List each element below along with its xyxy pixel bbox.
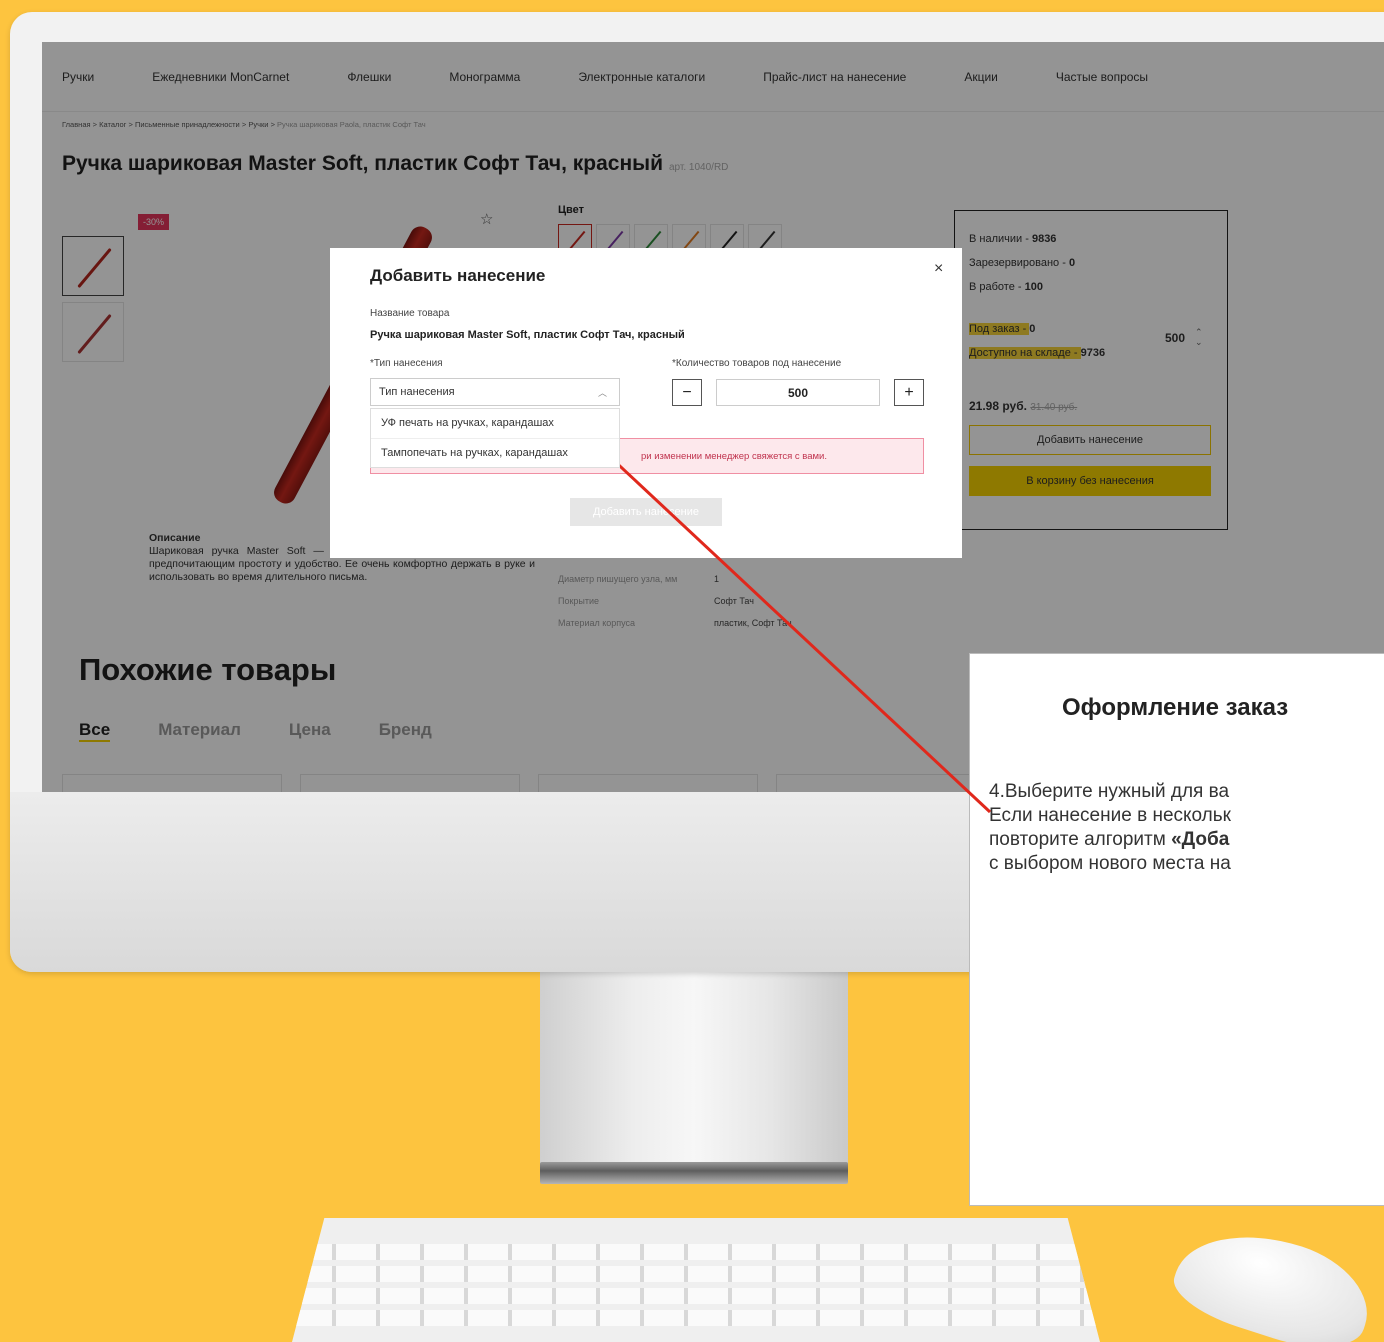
quantity-plus-button[interactable]: + xyxy=(894,379,924,406)
instruction-bold-part: «Доба xyxy=(1171,829,1230,850)
close-icon[interactable]: × xyxy=(934,260,943,278)
quantity-label: *Количество товаров под нанесение xyxy=(672,358,842,369)
submit-add-print-button[interactable]: Добавить нанесение xyxy=(570,498,722,526)
instruction-line: Если нанесение в нескольк xyxy=(989,805,1231,826)
print-type-select[interactable]: Тип нанесения ︿ xyxy=(370,378,620,406)
monitor-stand-foot xyxy=(540,1162,848,1184)
modal-title: Добавить нанесение xyxy=(370,266,546,285)
instruction-line: с выбором нового места на xyxy=(989,853,1231,874)
quantity-minus-button[interactable]: − xyxy=(672,379,702,406)
chevron-up-icon: ︿ xyxy=(597,388,607,398)
instruction-line: повторите алгоритм «Доба xyxy=(989,828,1384,852)
instruction-text-part: повторите алгоритм xyxy=(989,829,1172,850)
monitor-stand xyxy=(540,972,848,1182)
instruction-text: 4.Выберите нужный для ва Если нанесение … xyxy=(989,780,1384,876)
quantity-input[interactable]: 500 xyxy=(716,379,880,406)
print-type-placeholder: Тип нанесения xyxy=(379,386,455,398)
product-name-label: Название товара xyxy=(370,308,450,319)
print-type-option-uv[interactable]: УФ печать на ручках, карандашах xyxy=(371,409,619,438)
instruction-panel: Оформление заказ 4.Выберите нужный для в… xyxy=(969,653,1384,1206)
add-print-modal: Добавить нанесение × Название товара Руч… xyxy=(330,248,962,558)
instruction-line: 4.Выберите нужный для ва xyxy=(989,781,1230,802)
print-type-option-pad[interactable]: Тампопечать на ручках, карандашах xyxy=(371,438,619,467)
product-name: Ручка шариковая Master Soft, пластик Соф… xyxy=(370,329,685,341)
mouse xyxy=(1165,1212,1383,1342)
instruction-title: Оформление заказ xyxy=(1062,694,1289,721)
keyboard xyxy=(292,1218,1100,1342)
print-type-dropdown: УФ печать на ручках, карандашах Тампопеч… xyxy=(370,408,620,468)
print-type-label: *Тип нанесения xyxy=(370,358,443,369)
